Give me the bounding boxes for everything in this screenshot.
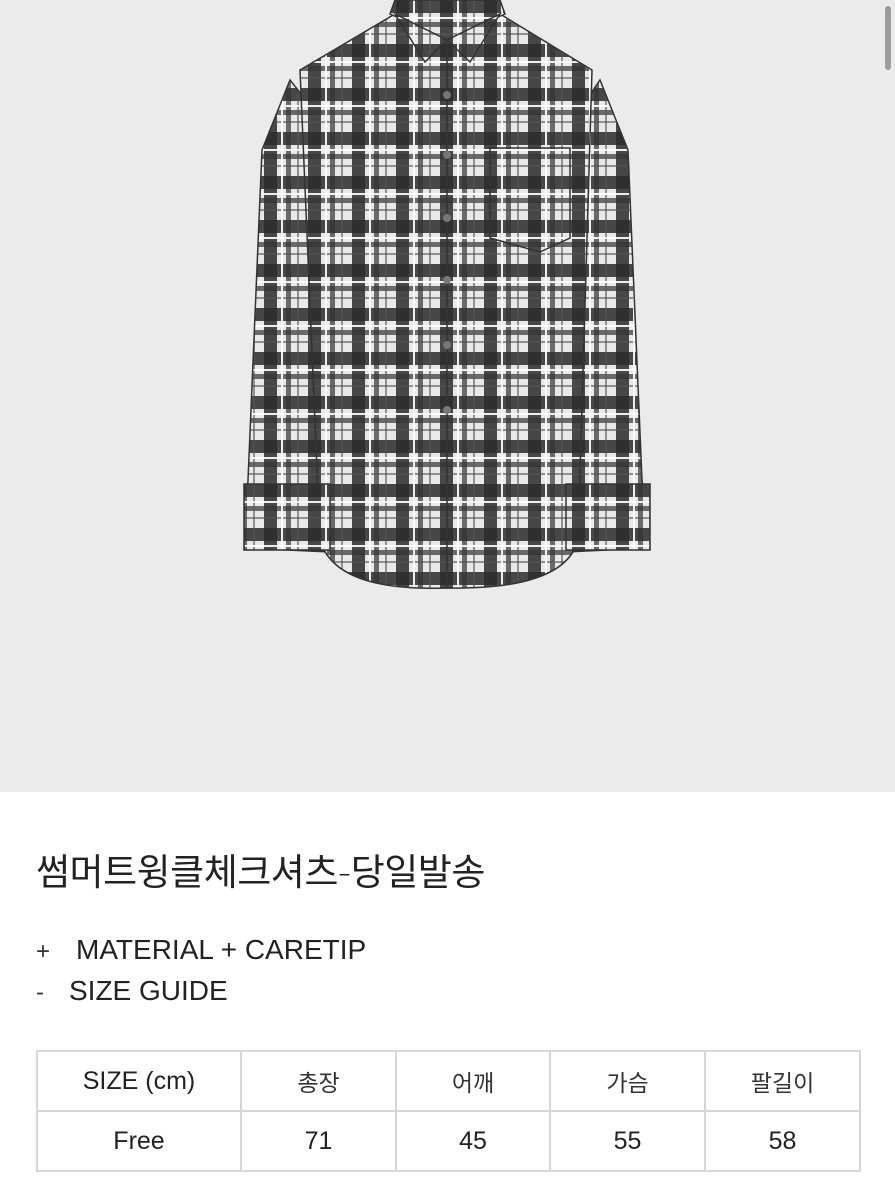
- product-title: 썸머트윙클체크셔츠-당일발송: [36, 851, 485, 894]
- table-row: Free 71 45 55 58: [36, 1110, 861, 1172]
- table-header-cell: 총장: [240, 1050, 397, 1112]
- material-caretip-label: MATERIAL + CARETIP: [76, 934, 367, 965]
- table-cell: 55: [549, 1110, 706, 1172]
- size-guide-table: SIZE (cm) 총장 어깨 가슴 팔길이 Free 71 45 55 58: [36, 1050, 861, 1172]
- table-header-cell: 팔길이: [704, 1050, 861, 1112]
- table-header-row: SIZE (cm) 총장 어깨 가슴 팔길이: [36, 1050, 861, 1112]
- table-header-cell: 어깨: [395, 1050, 551, 1112]
- table-cell: 45: [395, 1110, 551, 1172]
- scrollbar[interactable]: [885, 6, 891, 70]
- plaid-shirt-image: [243, 0, 651, 590]
- table-header-cell: SIZE (cm): [36, 1050, 242, 1112]
- table-cell: 71: [240, 1110, 397, 1172]
- material-caretip-toggle[interactable]: + MATERIAL + CARETIP: [36, 934, 366, 966]
- table-header-cell: 가슴: [549, 1050, 706, 1112]
- size-guide-toggle[interactable]: - SIZE GUIDE: [36, 975, 228, 1007]
- expand-plus-icon: +: [36, 938, 51, 965]
- product-image: [0, 0, 895, 792]
- table-cell: 58: [704, 1110, 861, 1172]
- size-guide-label: SIZE GUIDE: [69, 975, 228, 1006]
- collapse-minus-icon: -: [36, 979, 44, 1006]
- table-cell: Free: [36, 1110, 242, 1172]
